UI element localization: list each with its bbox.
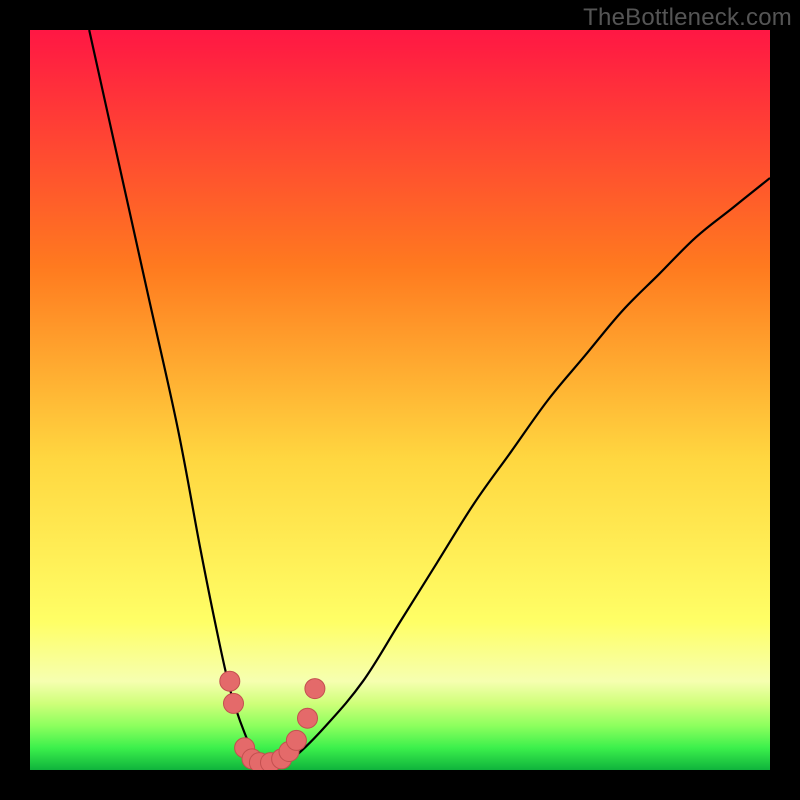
curve-marker bbox=[224, 693, 244, 713]
watermark-text: TheBottleneck.com bbox=[583, 4, 792, 32]
heat-background bbox=[30, 30, 770, 770]
chart-frame: TheBottleneck.com bbox=[0, 0, 800, 800]
curve-marker bbox=[286, 730, 306, 750]
curve-marker bbox=[305, 679, 325, 699]
plot-svg bbox=[30, 30, 770, 770]
curve-marker bbox=[220, 671, 240, 691]
curve-marker bbox=[298, 708, 318, 728]
plot-area bbox=[30, 30, 770, 770]
